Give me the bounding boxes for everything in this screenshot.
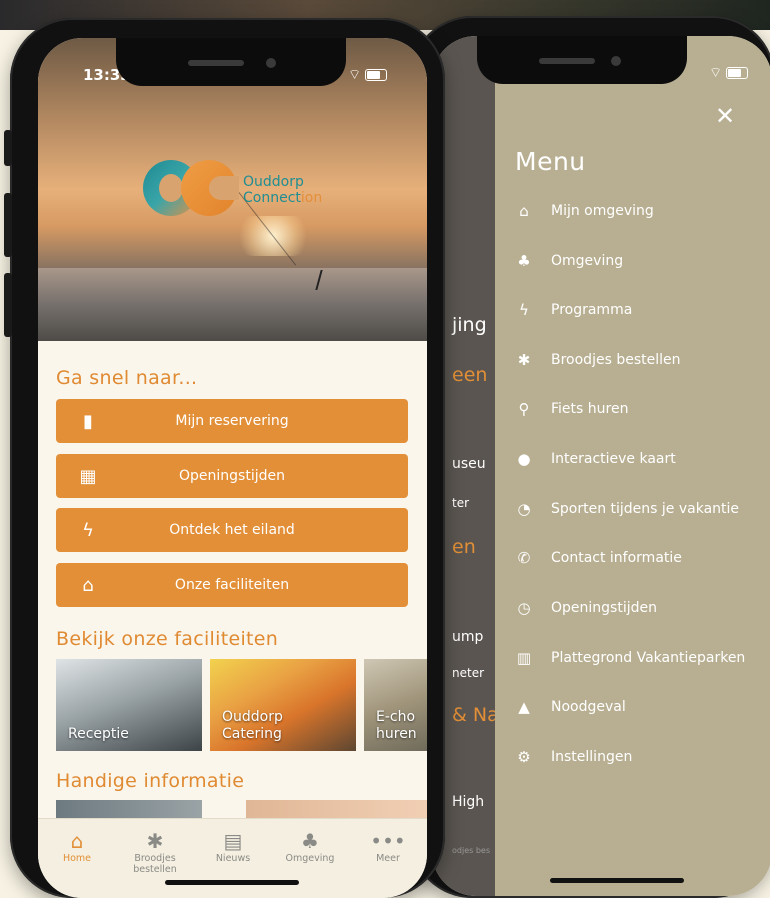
map-icon: ▥ [516, 649, 532, 667]
menu-item-broodjes-bestellen[interactable]: ✱ Broodjes bestellen [515, 348, 681, 372]
more-icon: ••• [370, 829, 406, 853]
trees-icon: ♣ [517, 252, 531, 270]
menu-item-label: Openingstijden [551, 600, 657, 616]
status-icons: ⌔ [348, 66, 388, 84]
peek-text: neter [452, 666, 485, 680]
peek-text: jing [452, 314, 487, 336]
home-indicator [165, 880, 299, 885]
home-icon: ⌂ [82, 574, 94, 596]
close-icon[interactable]: ✕ [715, 102, 735, 130]
home-icon: ⌂ [70, 829, 84, 853]
menu-item-label: Broodjes bestellen [551, 352, 681, 368]
side-menu: ✕ Menu ⌂ Mijn omgeving ♣ Omgeving ϟ Programma… [495, 36, 770, 896]
mute-switch [4, 130, 12, 166]
tab-omgeving[interactable]: ♣ Omgeving [271, 829, 349, 864]
peek-text: en [452, 536, 476, 558]
warning-icon: ▲ [518, 698, 530, 716]
facility-card-echopper[interactable]: E-cho huren [364, 659, 427, 751]
tab-nieuws[interactable]: ▤ Nieuws [194, 829, 272, 864]
quick-links-title: Ga snel naar... [56, 367, 198, 389]
menu-item-label: Programma [551, 302, 633, 318]
menu-item-label: Instellingen [551, 749, 633, 765]
explore-island-button[interactable]: ϟ Ontdek het eiland [56, 508, 408, 552]
sports-icon: ◔ [517, 500, 531, 518]
logo-text: Ouddorp Connection [243, 174, 323, 206]
facilities-title: Bekijk onze faciliteiten [56, 628, 279, 650]
calendar-icon: ▦ [79, 465, 97, 487]
menu-item-plattegrond-vakantieparken[interactable]: ▥ Plattegrond Vakantieparken [515, 646, 745, 670]
bike-icon: ⚲ [518, 400, 530, 418]
house-icon: ⌂ [519, 202, 529, 220]
menu-item-label: Noodgeval [551, 699, 626, 715]
notch [116, 38, 346, 86]
facility-card-receptie[interactable]: Receptie [56, 659, 202, 751]
peek-text: een [452, 364, 488, 386]
book-icon: ▮ [83, 410, 93, 432]
trees-icon: ♣ [301, 829, 319, 853]
reservation-button[interactable]: ▮ Mijn reservering [56, 399, 408, 443]
tab-bar: ⌂ Home ✱ Broodjes bestellen ▤ Nieuws ♣ Omgev… [38, 818, 427, 898]
map-pin-icon: ● [517, 450, 531, 468]
menu-item-mijn-omgeving[interactable]: ⌂ Mijn omgeving [515, 199, 654, 223]
peek-text: ump [452, 629, 484, 645]
home-indicator [550, 878, 684, 883]
menu-item-openingstijden[interactable]: ◷ Openingstijden [515, 596, 657, 620]
peek-text: ter [452, 496, 470, 510]
volume-down-button [4, 273, 12, 337]
menu-item-instellingen[interactable]: ⚙ Instellingen [515, 745, 632, 769]
peek-text: odjes bes [452, 846, 490, 855]
menu-item-contact-informatie[interactable]: ✆ Contact informatie [515, 546, 682, 570]
menu-item-programma[interactable]: ϟ Programma [515, 298, 632, 322]
notch [477, 36, 687, 84]
sea [38, 268, 427, 341]
phone-home: Ouddorp Connection Ga snel naar... ▮ Mij… [4, 18, 445, 898]
peek-text: High [452, 794, 485, 810]
program-icon: ϟ [82, 519, 94, 541]
info-title: Handige informatie [56, 770, 245, 792]
menu-item-label: Plattegrond Vakantieparken [551, 650, 746, 666]
phone-menu: jing een useu ter en ump neter & Na High… [410, 16, 770, 898]
bread-icon: ✱ [146, 829, 164, 853]
menu-item-omgeving[interactable]: ♣ Omgeving [515, 249, 623, 273]
home-screen: Ouddorp Connection Ga snel naar... ▮ Mij… [38, 38, 427, 898]
peek-text: & Na [452, 704, 499, 726]
menu-item-label: Interactieve kaart [551, 451, 676, 467]
facilities-button[interactable]: ⌂ Onze faciliteiten [56, 563, 408, 607]
tab-broodjes[interactable]: ✱ Broodjes bestellen [116, 829, 194, 875]
clock-icon: ◷ [517, 599, 531, 617]
peek-text: useu [452, 456, 486, 472]
app-logo: Ouddorp Connection [143, 160, 343, 220]
facility-card-catering[interactable]: Ouddorp Catering [210, 659, 356, 751]
logo-c-mark [181, 160, 239, 216]
opening-hours-button[interactable]: ▦ Openingstijden [56, 454, 408, 498]
tab-meer[interactable]: ••• Meer [349, 829, 427, 864]
program-icon: ϟ [519, 301, 529, 319]
volume-up-button [4, 193, 12, 257]
phone-icon: ✆ [517, 549, 531, 567]
tab-home[interactable]: ⌂ Home [38, 829, 116, 864]
menu-item-label: Sporten tijdens je vakantie [551, 501, 740, 517]
menu-item-label: Omgeving [551, 253, 624, 269]
menu-item-noodgeval[interactable]: ▲ Noodgeval [515, 695, 626, 719]
menu-title: Menu [515, 147, 586, 176]
menu-item-interactieve-kaart[interactable]: ● Interactieve kaart [515, 447, 676, 471]
settings-icon: ⚙ [517, 748, 531, 766]
menu-item-label: Contact informatie [551, 550, 682, 566]
menu-screen: jing een useu ter en ump neter & Na High… [432, 36, 770, 896]
status-icons: ⌔ [709, 64, 749, 82]
news-icon: ▤ [223, 829, 243, 853]
menu-item-fiets-huren[interactable]: ⚲ Fiets huren [515, 397, 629, 421]
bread-icon: ✱ [517, 351, 531, 369]
menu-item-label: Fiets huren [551, 401, 629, 417]
menu-item-label: Mijn omgeving [551, 203, 654, 219]
menu-item-sporten-tijdens-je-vakantie[interactable]: ◔ Sporten tijdens je vakantie [515, 497, 739, 521]
